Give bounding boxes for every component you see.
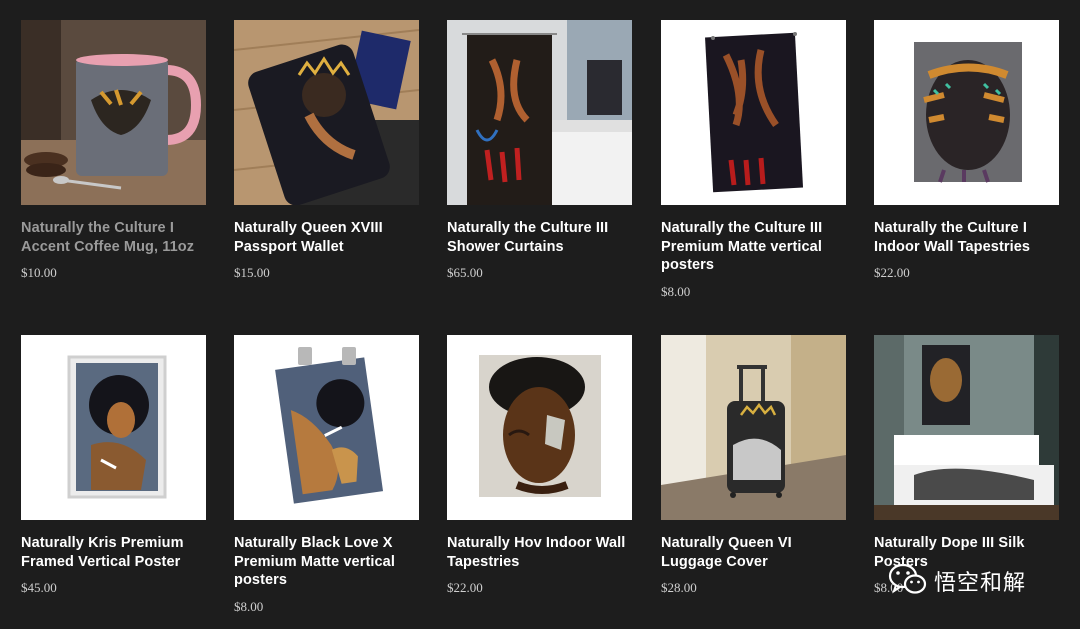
product-image-black-love-poster[interactable]	[234, 335, 419, 520]
product-price: $15.00	[234, 265, 270, 280]
product-price: $22.00	[874, 265, 910, 280]
product-title[interactable]: Naturally Black Love X Premium Matte ver…	[234, 534, 419, 590]
product-card-silk-poster[interactable]: Naturally Dope III Silk Posters $8.00	[874, 335, 1059, 596]
product-price: $65.00	[447, 265, 483, 280]
product-title[interactable]: Naturally the Culture III Premium Matte …	[661, 219, 846, 275]
product-title[interactable]: Naturally Queen VI Luggage Cover	[661, 534, 846, 571]
luggage-cover-image	[661, 335, 846, 520]
black-love-poster-image	[234, 335, 419, 520]
product-card-framed-poster[interactable]: Naturally Kris Premium Framed Vertical P…	[21, 335, 206, 596]
product-card-hov-tapestry[interactable]: Naturally Hov Indoor Wall Tapestries $22…	[447, 335, 632, 596]
wechat-icon	[888, 562, 928, 601]
product-image-matte-poster-iii[interactable]	[661, 20, 846, 205]
product-title[interactable]: Naturally the Culture I Accent Coffee Mu…	[21, 219, 206, 256]
product-title[interactable]: Naturally the Culture III Shower Curtain…	[447, 219, 632, 256]
product-title[interactable]: Naturally Kris Premium Framed Vertical P…	[21, 534, 206, 571]
product-price: $8.00	[234, 598, 264, 614]
hov-tapestry-image	[447, 335, 632, 520]
product-title[interactable]: Naturally Queen XVIII Passport Wallet	[234, 219, 419, 256]
product-image-hov-tapestry[interactable]	[447, 335, 632, 520]
product-card-shower-curtain[interactable]: Naturally the Culture III Shower Curtain…	[447, 20, 632, 281]
product-card-mug[interactable]: Naturally the Culture I Accent Coffee Mu…	[21, 20, 206, 281]
product-title[interactable]: Naturally Hov Indoor Wall Tapestries	[447, 534, 632, 571]
product-image-shower-curtain[interactable]	[447, 20, 632, 205]
matte-poster-iii-image	[661, 20, 846, 205]
product-card-passport-wallet[interactable]: Naturally Queen XVIII Passport Wallet $1…	[234, 20, 419, 281]
product-image-luggage-cover[interactable]	[661, 335, 846, 520]
product-image-mug[interactable]	[21, 20, 206, 205]
product-title[interactable]: Naturally the Culture I Indoor Wall Tape…	[874, 219, 1059, 256]
watermark: 悟空和解	[888, 560, 1026, 602]
watermark-text: 悟空和解	[934, 571, 1027, 596]
product-price: $45.00	[21, 580, 57, 595]
product-image-silk-poster[interactable]	[874, 335, 1059, 520]
product-card-luggage-cover[interactable]: Naturally Queen VI Luggage Cover $28.00	[661, 335, 846, 596]
product-price: $8.00	[661, 283, 691, 299]
product-card-black-love-poster[interactable]: Naturally Black Love X Premium Matte ver…	[234, 335, 419, 615]
product-image-tapestry-i[interactable]	[874, 20, 1059, 205]
product-card-matte-poster-iii[interactable]: Naturally the Culture III Premium Matte …	[661, 20, 846, 300]
silk-poster-image	[874, 335, 1059, 520]
product-price: $22.00	[447, 580, 483, 595]
passport-wallet-image	[234, 20, 419, 205]
product-grid: Naturally the Culture I Accent Coffee Mu…	[0, 0, 1080, 629]
mug-image	[21, 20, 206, 205]
product-price: $28.00	[661, 580, 697, 595]
product-card-tapestry-i[interactable]: Naturally the Culture I Indoor Wall Tape…	[874, 20, 1059, 281]
framed-poster-image	[21, 335, 206, 520]
product-image-framed-poster[interactable]	[21, 335, 206, 520]
shower-curtain-image	[447, 20, 632, 205]
tapestry-i-image	[874, 20, 1059, 205]
product-image-passport-wallet[interactable]	[234, 20, 419, 205]
product-price: $10.00	[21, 265, 57, 280]
